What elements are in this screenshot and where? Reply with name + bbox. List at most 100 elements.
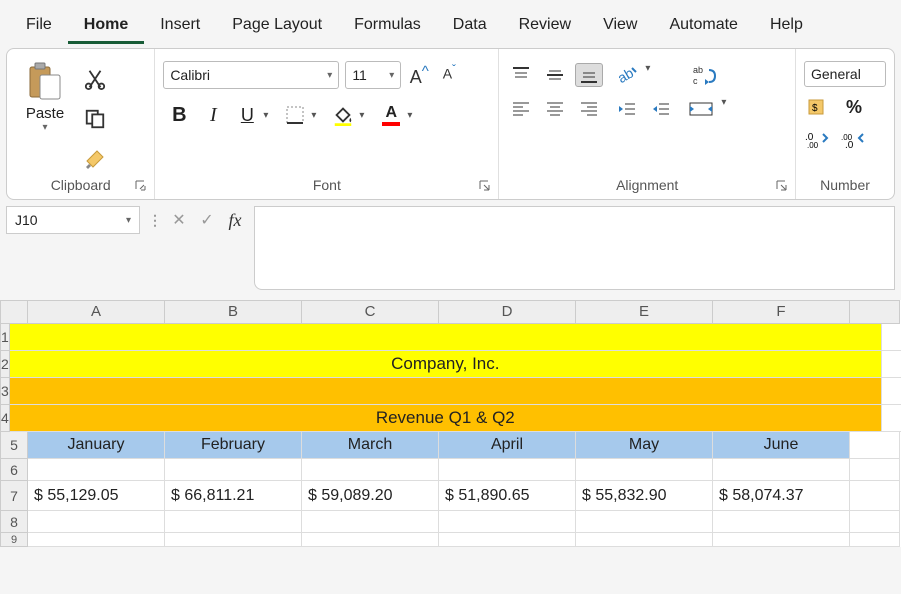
font-color-button[interactable]: A [375, 99, 407, 131]
decrease-indent-button[interactable] [613, 97, 641, 121]
row-header-6[interactable]: 6 [0, 459, 28, 481]
align-right-button[interactable] [575, 97, 603, 121]
borders-button[interactable] [279, 99, 311, 131]
cell[interactable] [439, 533, 576, 547]
merge-center-button[interactable] [685, 97, 717, 121]
cell[interactable] [882, 351, 901, 378]
align-center-button[interactable] [541, 97, 569, 121]
cell[interactable] [850, 432, 900, 459]
increase-indent-button[interactable] [647, 97, 675, 121]
cell-value[interactable]: $ 58,074.37 [713, 481, 850, 511]
insert-function-button[interactable]: fx [224, 209, 246, 231]
cell-value[interactable]: $ 59,089.20 [302, 481, 439, 511]
underline-button[interactable]: U [231, 99, 263, 131]
cell[interactable] [850, 511, 900, 533]
percent-format-button[interactable]: % [840, 95, 868, 119]
cell[interactable] [713, 533, 850, 547]
format-painter-button[interactable] [81, 145, 109, 173]
tab-page-layout[interactable]: Page Layout [216, 4, 338, 44]
bold-button[interactable]: B [163, 99, 195, 131]
cell-month[interactable]: May [576, 432, 713, 459]
cell-value[interactable]: $ 55,129.05 [28, 481, 165, 511]
font-launcher[interactable] [478, 179, 492, 193]
fill-color-button[interactable] [327, 99, 359, 131]
align-left-button[interactable] [507, 97, 535, 121]
cell[interactable] [882, 405, 901, 432]
col-header-d[interactable]: D [439, 300, 576, 324]
cell-value[interactable]: $ 66,811.21 [165, 481, 302, 511]
cell[interactable] [302, 533, 439, 547]
cell[interactable] [850, 533, 900, 547]
tab-automate[interactable]: Automate [653, 4, 753, 44]
cell-merged-row3[interactable] [10, 378, 882, 405]
cell[interactable] [28, 533, 165, 547]
paste-dropdown-icon[interactable]: ▾ [42, 122, 47, 133]
font-size-select[interactable]: 11▾ [345, 61, 401, 89]
accounting-format-button[interactable]: $ [804, 95, 832, 119]
decrease-decimal-button[interactable]: .00.0 [840, 127, 868, 151]
cell[interactable] [713, 459, 850, 481]
cell[interactable] [439, 511, 576, 533]
formula-input[interactable] [254, 206, 895, 290]
row-header-9[interactable]: 9 [0, 533, 28, 547]
cell-company-title[interactable]: Company, Inc. [10, 351, 882, 378]
align-bottom-button[interactable] [575, 63, 603, 87]
cell-month[interactable]: June [713, 432, 850, 459]
clipboard-launcher[interactable] [134, 179, 148, 193]
cell[interactable] [439, 459, 576, 481]
cell-value[interactable]: $ 55,832.90 [576, 481, 713, 511]
cell-value[interactable]: $ 51,890.65 [439, 481, 576, 511]
copy-button[interactable] [81, 105, 109, 133]
cell[interactable] [165, 459, 302, 481]
borders-dropdown[interactable]: ▾ [311, 110, 321, 121]
row-header-1[interactable]: 1 [0, 324, 10, 351]
cell[interactable] [576, 511, 713, 533]
number-format-select[interactable]: General [804, 61, 886, 87]
namebox-dropdown-icon[interactable]: ▾ [126, 215, 131, 226]
cell-month[interactable]: April [439, 432, 576, 459]
tab-formulas[interactable]: Formulas [338, 4, 437, 44]
cell-subtitle[interactable]: Revenue Q1 & Q2 [10, 405, 882, 432]
cell[interactable] [713, 511, 850, 533]
paste-button[interactable]: Paste ▾ [15, 55, 75, 133]
row-header-2[interactable]: 2 [0, 351, 10, 378]
cancel-formula-button[interactable]: ✕ [168, 209, 190, 231]
wrap-text-button[interactable]: abc [685, 63, 725, 87]
cell-month[interactable]: February [165, 432, 302, 459]
col-header-b[interactable]: B [165, 300, 302, 324]
align-middle-button[interactable] [541, 63, 569, 87]
alignment-launcher[interactable] [775, 179, 789, 193]
cell[interactable] [882, 378, 901, 405]
merge-dropdown[interactable]: ▾ [721, 97, 731, 121]
cell[interactable] [28, 511, 165, 533]
col-header-c[interactable]: C [302, 300, 439, 324]
col-header-f[interactable]: F [713, 300, 850, 324]
underline-dropdown[interactable]: ▾ [263, 110, 273, 121]
cell[interactable] [576, 533, 713, 547]
tab-review[interactable]: Review [503, 4, 587, 44]
cell[interactable] [165, 511, 302, 533]
tab-file[interactable]: File [10, 4, 68, 44]
font-color-dropdown[interactable]: ▾ [407, 110, 417, 121]
font-name-select[interactable]: Calibri▾ [163, 61, 339, 89]
row-header-3[interactable]: 3 [0, 378, 10, 405]
row-header-4[interactable]: 4 [0, 405, 10, 432]
cell[interactable] [882, 324, 901, 351]
increase-font-button[interactable]: A^ [407, 63, 431, 87]
cell-month[interactable]: January [28, 432, 165, 459]
orientation-button[interactable]: ab [613, 63, 641, 87]
cell-merged-row1[interactable] [10, 324, 882, 351]
col-header-a[interactable]: A [28, 300, 165, 324]
cell[interactable] [302, 511, 439, 533]
col-header-e[interactable]: E [576, 300, 713, 324]
cell[interactable] [576, 459, 713, 481]
row-header-8[interactable]: 8 [0, 511, 28, 533]
tab-insert[interactable]: Insert [144, 4, 216, 44]
align-top-button[interactable] [507, 63, 535, 87]
cell[interactable] [850, 459, 900, 481]
italic-button[interactable]: I [197, 99, 229, 131]
cut-button[interactable] [81, 65, 109, 93]
cell[interactable] [165, 533, 302, 547]
cell[interactable] [302, 459, 439, 481]
name-box[interactable]: J10▾ [6, 206, 140, 234]
